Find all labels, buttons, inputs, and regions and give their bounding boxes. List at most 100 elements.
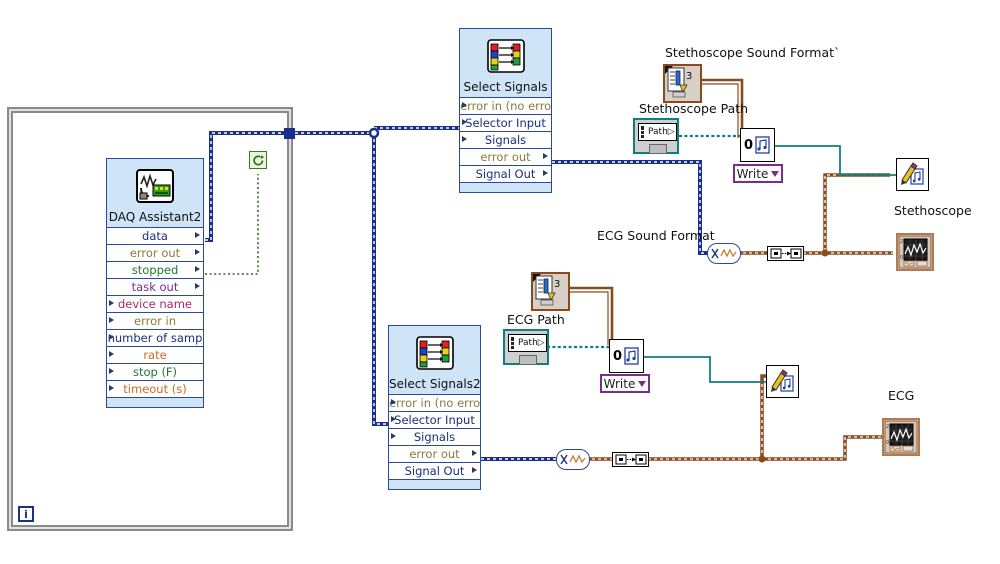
daq-assistant-node[interactable]: DAQ Assistant2 data error out stopped ta… <box>106 158 204 408</box>
select-signals-icon <box>389 326 480 376</box>
write-sound-vi-stethoscope[interactable] <box>896 158 929 191</box>
sound-file-write-node-bottom[interactable]: 0 <box>609 339 644 373</box>
sound-file-write-mode-label-top: Write <box>736 166 769 181</box>
stethoscope-sound-format-label: Stethoscope Sound Format` <box>665 45 841 60</box>
stethoscope-sound-format-control[interactable]: 3 <box>663 64 702 103</box>
sound-format-cluster-icon: 3 <box>667 67 692 98</box>
daq-terminal-task-out[interactable]: task out <box>107 278 203 295</box>
daq-terminal-device-name[interactable]: device name <box>107 295 203 312</box>
stop-loop-terminal[interactable] <box>249 151 267 169</box>
select-signals2-terminal-selector-input[interactable]: Selector Input <box>389 411 480 428</box>
select-signals2-terminal-error-in[interactable]: error in (no error <box>389 394 480 411</box>
select-signals2-terminal-signal-out[interactable]: Signal Out <box>389 462 480 479</box>
select-signals2-footer <box>389 479 480 489</box>
daq-terminal-rate[interactable]: rate <box>107 346 203 363</box>
daq-assistant-title: DAQ Assistant2 <box>108 210 202 224</box>
loop-iteration-terminal[interactable]: i <box>18 506 34 522</box>
select-signals-node[interactable]: Select Signals error in (no error Select… <box>459 28 552 193</box>
path-field[interactable]: Path ▷ <box>508 334 547 352</box>
ecg-graph-label: ECG <box>888 388 915 403</box>
loop-iteration-label: i <box>24 508 28 521</box>
ecg-sound-format-control[interactable]: 3 <box>531 272 570 311</box>
sound-write-pencil-icon <box>901 162 924 185</box>
terminal-arrow-icon <box>109 334 114 340</box>
terminal-arrow-icon <box>391 433 396 439</box>
chevron-down-icon <box>771 170 780 177</box>
select-signals2-terminal-signals[interactable]: Signals <box>389 428 480 445</box>
refnum-label: 0 <box>612 348 623 364</box>
sound-format-cluster-icon: 3 <box>535 275 560 306</box>
select-signals-title: Select Signals <box>463 80 548 94</box>
daq-terminal-error-out[interactable]: error out <box>107 244 203 261</box>
sound-format-wire-ecg <box>570 286 614 345</box>
sound-file-write-mode-bottom[interactable]: Write <box>600 374 650 393</box>
terminal-arrow-icon <box>109 317 114 323</box>
terminal-arrow-icon <box>472 450 477 456</box>
stethoscope-graph-label: Stethoscope <box>894 203 972 218</box>
stethoscope-path-control[interactable]: Path ▷ <box>633 118 679 154</box>
path-value: Path <box>518 338 538 348</box>
daq-node-footer <box>107 397 203 407</box>
select-signals-terminal-selector-input[interactable]: Selector Input <box>460 114 551 131</box>
refnum-wire-bottom <box>644 356 766 383</box>
select-signals-terminal-error-in[interactable]: error in (no error <box>460 97 551 114</box>
daq-terminal-timeout[interactable]: timeout (s) <box>107 380 203 397</box>
svg-text:2: 2 <box>886 424 889 430</box>
waveform-wire-top <box>737 173 893 257</box>
select-signals-terminal-signal-out[interactable]: Signal Out <box>460 165 551 182</box>
terminal-arrow-icon <box>543 153 548 159</box>
daq-terminal-error-in[interactable]: error in <box>107 312 203 329</box>
terminal-arrow-icon <box>109 368 114 374</box>
stethoscope-path-label: Stethoscope Path <box>639 101 749 116</box>
terminal-arrow-icon <box>391 416 396 422</box>
daq-assistant-icon <box>107 159 203 209</box>
daq-terminal-stopped[interactable]: stopped <box>107 261 203 278</box>
chevron-down-icon <box>638 380 647 387</box>
select-signals-footer <box>460 182 551 192</box>
terminal-arrow-icon <box>543 170 548 176</box>
ecg-sound-format-label: ECG Sound Format <box>597 228 715 243</box>
path-cursor-icon: ▷ <box>667 127 675 137</box>
waveform-to-array-node-bottom[interactable] <box>612 452 649 467</box>
waveform-to-array-icon <box>770 248 801 259</box>
select-signals-terminal-error-out[interactable]: error out <box>460 148 551 165</box>
terminal-arrow-icon <box>472 467 477 473</box>
ecg-graph-terminal[interactable]: 2 0 <box>882 418 920 456</box>
terminal-arrow-icon <box>195 283 200 289</box>
path-cursor-icon: ▷ <box>537 338 545 348</box>
path-browse-icon[interactable] <box>519 355 537 365</box>
path-browse-icon[interactable] <box>649 144 667 154</box>
terminal-arrow-icon <box>462 136 467 142</box>
select-signals-terminal-signals[interactable]: Signals <box>460 131 551 148</box>
from-dynamic-data-node-bottom[interactable] <box>556 449 590 470</box>
select-signals2-terminal-error-out[interactable]: error out <box>389 445 480 462</box>
select-signals-icon <box>460 29 551 79</box>
daq-terminal-stop[interactable]: stop (F) <box>107 363 203 380</box>
terminal-arrow-icon <box>391 399 396 405</box>
path-value: Path <box>648 127 668 137</box>
waveform-graph-icon: 2 0 <box>898 235 932 269</box>
select-signals2-node[interactable]: Select Signals2 error in (no error Selec… <box>388 325 481 490</box>
svg-text:0: 0 <box>886 440 889 446</box>
svg-text:0: 0 <box>900 255 903 261</box>
stethoscope-graph-terminal[interactable]: 2 0 <box>896 233 934 271</box>
sound-file-write-mode-top[interactable]: Write <box>733 164 783 183</box>
daq-terminal-data[interactable]: data <box>107 227 203 244</box>
daq-terminal-number-of-samples[interactable]: number of samp <box>107 329 203 346</box>
from-dynamic-data-icon <box>560 454 586 465</box>
path-field[interactable]: Path ▷ <box>638 123 677 141</box>
terminal-arrow-icon <box>195 249 200 255</box>
sound-file-write-node-top[interactable]: 0 <box>740 128 775 162</box>
sound-file-write-icon <box>755 136 770 154</box>
write-sound-vi-ecg[interactable] <box>766 365 799 398</box>
stop-loop-icon <box>252 154 264 165</box>
sound-file-write-icon <box>624 347 639 365</box>
terminal-arrow-icon <box>195 232 200 238</box>
waveform-to-array-icon <box>615 454 646 465</box>
from-dynamic-data-node-top[interactable] <box>707 243 741 264</box>
from-dynamic-data-icon <box>711 248 737 259</box>
ecg-path-control[interactable]: Path ▷ <box>503 329 549 365</box>
refnum-label: 0 <box>743 137 754 153</box>
waveform-to-array-node-top[interactable] <box>767 246 804 261</box>
sound-file-write-mode-label-bottom: Write <box>603 376 636 391</box>
